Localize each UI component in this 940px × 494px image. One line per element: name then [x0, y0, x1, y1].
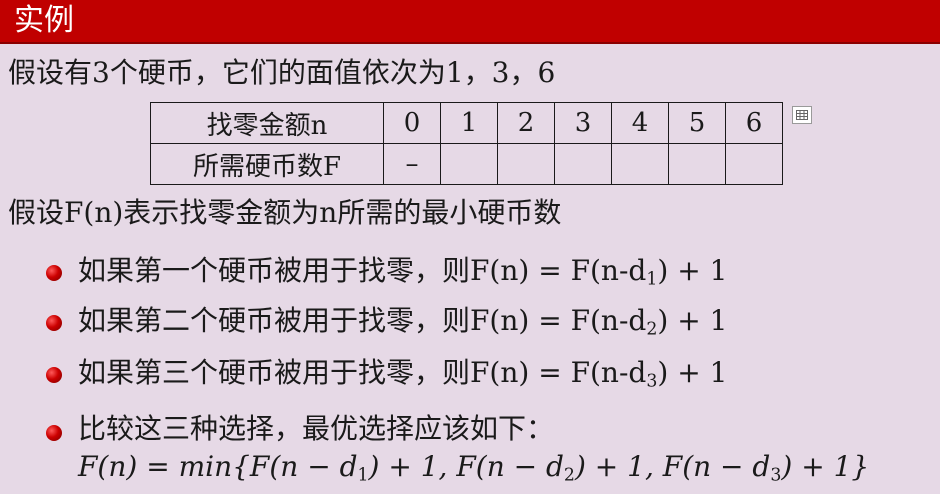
amount-cell: 5 [668, 102, 726, 144]
coins-cell: – [383, 143, 441, 185]
bullet-item: 如果第三个硬币被用于找零，则F(n) = F(n-d3) + 1 [78, 356, 728, 392]
slide-header: 实例 [0, 0, 940, 44]
row-header-coins: 所需硬币数F [150, 143, 384, 185]
recurrence-formula: F(n) = min{F(n − d1) + 1, F(n − d2) + 1,… [78, 450, 870, 486]
coins-cell [725, 143, 783, 185]
amount-cell: 3 [554, 102, 612, 144]
amount-cell: 1 [440, 102, 498, 144]
intro-text: 假设有3个硬币，它们的面值依次为1，3，6 [8, 56, 556, 89]
table-icon[interactable] [792, 106, 812, 124]
coins-cell [554, 143, 612, 185]
bullet-icon [46, 265, 62, 281]
coins-cell [497, 143, 555, 185]
bullet-item: 比较这三种选择，最优选择应该如下： [78, 412, 555, 445]
amount-cell: 2 [497, 102, 555, 144]
bullet-item: 如果第一个硬币被用于找零，则F(n) = F(n-d1) + 1 [78, 254, 728, 290]
coins-cell [440, 143, 498, 185]
bullet-icon [46, 425, 62, 441]
coins-cell [611, 143, 669, 185]
slide-title: 实例 [14, 3, 74, 38]
amount-cell: 6 [725, 102, 783, 144]
bullet-icon [46, 315, 62, 331]
amount-cell: 0 [383, 102, 441, 144]
coins-cell [668, 143, 726, 185]
bullet-item: 如果第二个硬币被用于找零，则F(n) = F(n-d2) + 1 [78, 304, 728, 340]
coin-table: 找零金额n 0 1 2 3 4 5 6 所需硬币数F – [150, 102, 783, 185]
bullet-icon [46, 367, 62, 383]
table-row: 找零金额n 0 1 2 3 4 5 6 [150, 102, 783, 144]
definition-text: 假设F(n)表示找零金额为n所需的最小硬币数 [8, 196, 562, 229]
row-header-amount: 找零金额n [150, 102, 384, 144]
table-row: 所需硬币数F – [150, 143, 783, 185]
amount-cell: 4 [611, 102, 669, 144]
